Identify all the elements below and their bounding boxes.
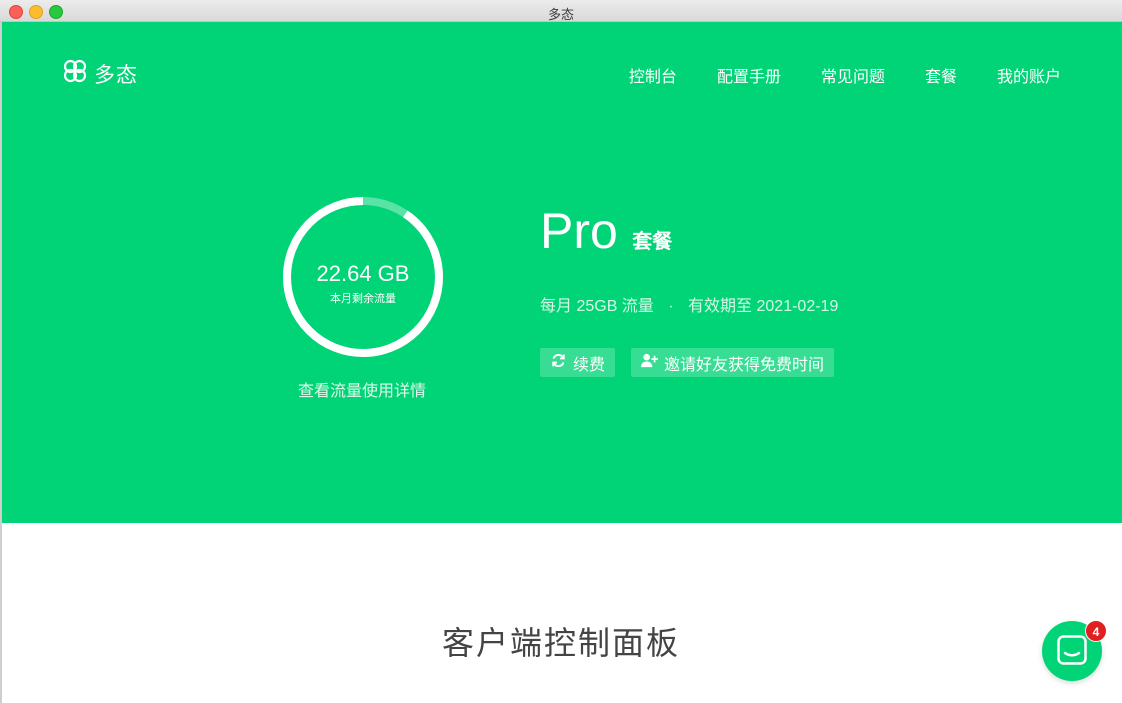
- invite-friends-label: 邀请好友获得免费时间: [664, 356, 825, 374]
- hero-section: 多态 控制台 配置手册 常见问题 套餐 我的账户 22.64 GB 本月剩余流量…: [2, 22, 1122, 523]
- plan-info: 每月 25GB 流量 · 有效期至 2021-02-19: [540, 292, 838, 316]
- plan-expiry: 有效期至 2021-02-19: [688, 298, 839, 315]
- window-title: 多态: [547, 7, 574, 22]
- brand-logo[interactable]: 多态: [62, 58, 138, 89]
- nav-plans[interactable]: 套餐: [925, 63, 957, 87]
- nav-config-manual[interactable]: 配置手册: [717, 63, 781, 87]
- traffic-details-link[interactable]: 查看流量使用详情: [262, 377, 462, 401]
- app-window: 多态 多态 控制台 配置手册 常见问题 套餐 我的账户 22.64 GB 本月剩…: [0, 0, 1122, 703]
- remaining-traffic-value: 22.64 GB: [316, 261, 410, 286]
- renew-button-label: 续费: [573, 356, 606, 374]
- traffic-ring: 22.64 GB 本月剩余流量: [278, 192, 448, 362]
- refresh-icon: [550, 352, 567, 374]
- invite-friends-button[interactable]: 邀请好友获得免费时间: [631, 348, 835, 377]
- plan-suffix: 套餐: [632, 231, 673, 253]
- chat-unread-badge: 4: [1085, 620, 1107, 642]
- plan-actions: 续费 邀请好友获得免费时间: [540, 348, 835, 377]
- nav-faq[interactable]: 常见问题: [821, 63, 885, 87]
- section-title: 客户端控制面板: [441, 625, 680, 661]
- plan-quota: 每月 25GB 流量: [540, 298, 654, 315]
- brand-name: 多态: [94, 63, 138, 87]
- renew-button[interactable]: 续费: [540, 348, 616, 377]
- title-bar[interactable]: 多态: [0, 0, 1122, 22]
- add-user-icon: [641, 352, 659, 374]
- plan-name: Pro: [540, 203, 618, 259]
- plan-heading: Pro 套餐: [540, 202, 672, 260]
- remaining-traffic-label: 本月剩余流量: [330, 293, 396, 305]
- nav-console[interactable]: 控制台: [629, 63, 677, 87]
- plan-info-separator: ·: [668, 298, 674, 315]
- main-nav: 控制台 配置手册 常见问题 套餐 我的账户: [629, 63, 1061, 87]
- brand-logo-icon: [62, 58, 88, 89]
- nav-my-account[interactable]: 我的账户: [997, 63, 1061, 87]
